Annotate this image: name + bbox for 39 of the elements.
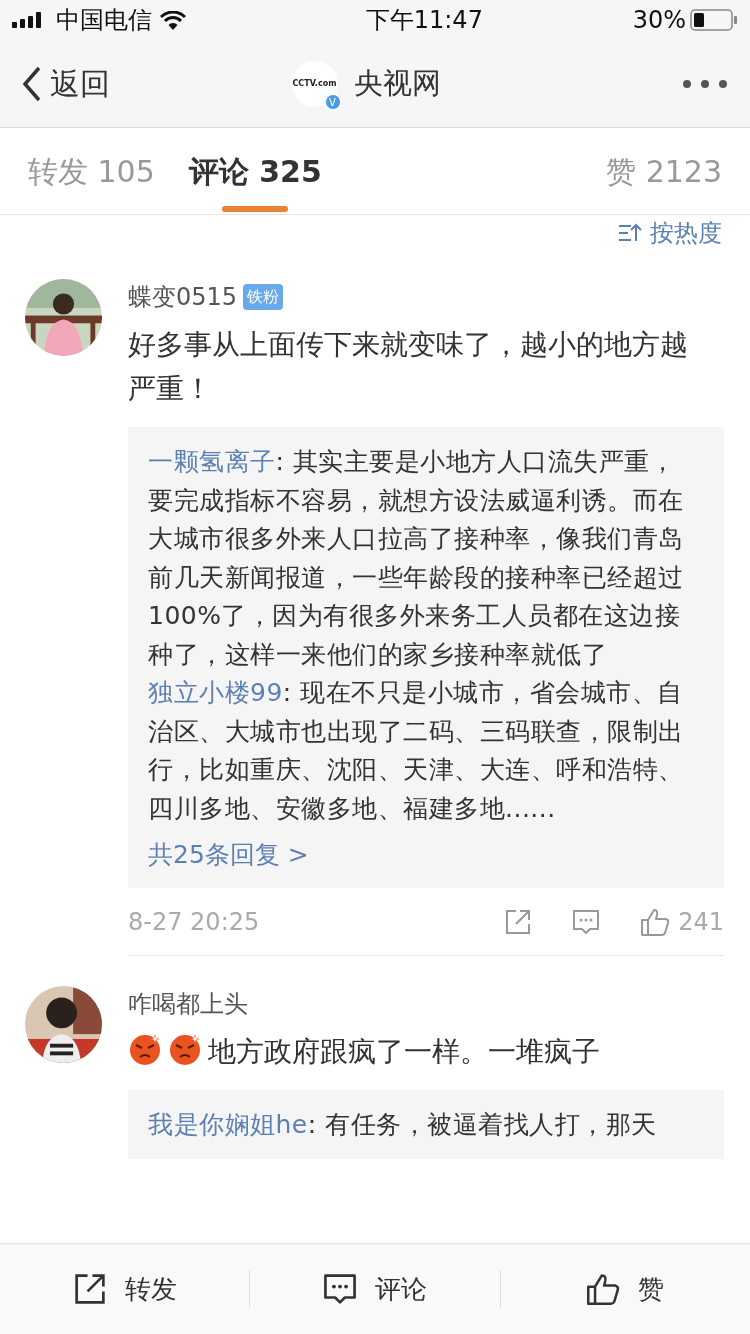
comment-text: 好多事从上面传下来就变味了，越小的地方越严重！ [128,328,688,405]
comment-text: 地方政府跟疯了一样。一堆疯子 [208,1035,600,1068]
comment-icon[interactable] [572,907,601,936]
carrier-name: 中国电信 [56,5,152,36]
reply-username[interactable]: 独立小楼99 [148,678,283,707]
more-icon[interactable] [682,78,728,89]
thumbs-up-icon [586,1272,621,1306]
reply-text: 独立小楼99: 现在不只是小城市，省会城市、自治区、大城市也出现了二码、三码联查，限制出行，比如重庆、沈阳、天津、大连、呼和浩特、四川多地、安徽多地、福建多地...... [148,677,685,825]
reply-username[interactable]: 我是你娴姐he [148,1110,308,1139]
account-title: 央视网 [353,64,441,102]
share-icon [72,1272,107,1306]
angry-face-icon [128,1032,162,1066]
comment-time: 8-27 20:25 [128,906,260,938]
thumbs-up-icon[interactable] [640,906,671,937]
like-count: 241 [678,906,724,938]
fan-badge: 铁粉 [243,284,284,310]
reply-text: 我是你娴姐he: 有任务，被逼着找人打，那天 [148,1109,658,1141]
username[interactable]: 咋喝都上头 [128,986,248,1022]
clock-time: 下午11:47 [365,5,483,36]
comment-icon [323,1272,357,1306]
tab-indicator [222,205,289,212]
angry-face-icon [168,1032,202,1066]
more-replies-link[interactable]: 共25条回复 > [148,836,696,874]
reply-text: 一颗氢离子: 其实主要是小地方人口流失严重，要完成指标不容易，就想方设法威逼利诱。而在大城市很多外来人口拉高了接种率，像我们青岛前几天新闻报道，一些年龄段的接种率已经超过100%了，因为有很多外来务工人员都在这边接种了，这样一来他们的家乡接种率就低了 [148,446,685,671]
wifi-icon [160,10,186,30]
back-button[interactable]: 返回 [22,61,110,106]
battery-icon [690,9,738,31]
tab[interactable]: 评论 325 [188,148,322,194]
share-button[interactable]: 转发 [0,1268,250,1310]
username[interactable]: 蝶变0515 [128,279,238,315]
battery-percent: 30% [632,5,686,36]
share-icon[interactable] [504,907,533,936]
like-button[interactable]: 赞 [500,1268,750,1310]
sort-icon [618,223,642,243]
back-chevron-icon [22,65,42,102]
sort-button[interactable]: 按热度 [618,217,722,249]
comment-button[interactable]: 评论 [250,1268,500,1310]
reply-username[interactable]: 一颗氢离子 [148,447,276,476]
logo: CCTV.com V [291,60,338,107]
